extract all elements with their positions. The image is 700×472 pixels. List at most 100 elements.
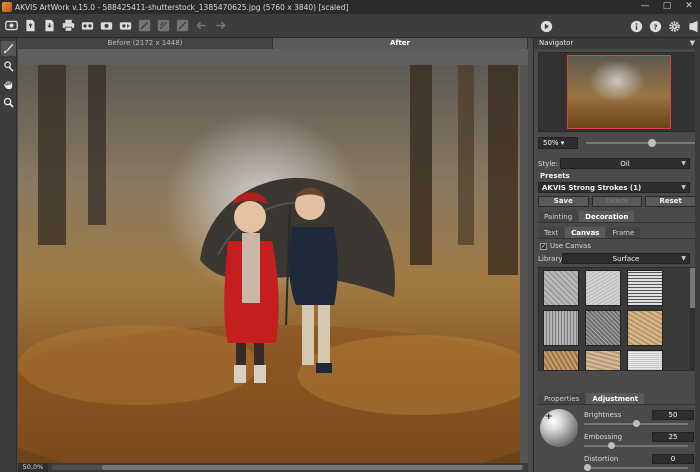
library-row: Library Surface ▼ [538,253,696,264]
news-button[interactable] [685,18,700,34]
close-button[interactable]: ✕ [678,0,700,14]
zoom-select-value: 50% [543,139,559,147]
brightness-slider-knob[interactable] [633,420,640,427]
brightness-value[interactable]: 50 [652,410,694,420]
open-button[interactable] [22,18,38,34]
canvas-horizontal-scrollbar[interactable] [52,465,524,470]
texture-tile[interactable] [585,350,621,370]
batch-button[interactable] [79,18,95,34]
tab-text[interactable]: Text [538,227,565,238]
info-group: ? [628,14,700,38]
collapse-icon[interactable]: ▼ [690,38,695,49]
tab-canvas[interactable]: Canvas [565,227,606,238]
texture-tile[interactable] [543,310,579,346]
distortion-value[interactable]: 0 [652,454,694,464]
tab-decoration[interactable]: Decoration [579,211,635,222]
texture-tile[interactable] [543,350,579,370]
texture-tile[interactable] [627,350,663,370]
save-preset-button[interactable]: Save [538,196,589,207]
info-icon [630,20,642,32]
canvas-vertical-scrollbar[interactable] [520,65,528,463]
texture-tile[interactable] [585,270,621,306]
light-source-marker-icon[interactable]: + [545,412,553,422]
dropdown-arrow-icon: ▼ [681,255,686,262]
tab-after[interactable]: After [273,38,528,49]
canvas-toggle-icon [157,19,169,32]
tab-painting[interactable]: Painting [538,211,579,222]
print-button[interactable] [60,18,76,34]
main-toolbar: ? [0,14,700,38]
home-icon [4,20,18,31]
image-canvas[interactable] [18,49,528,463]
home-button[interactable] [3,18,19,34]
undo-icon [195,21,206,30]
brush-icon [3,43,14,54]
run-button[interactable] [538,18,554,34]
info-button[interactable] [628,18,644,34]
adjustment-section: Properties Adjustment + Brightness 50 Em… [534,393,700,472]
help-button[interactable]: ? [647,18,663,34]
undo-button[interactable] [193,18,209,34]
zoom-slider-knob[interactable] [648,139,656,147]
embossing-value[interactable]: 25 [652,432,694,442]
library-select[interactable]: Surface ▼ [562,253,690,264]
preset-select[interactable]: AKVIS Strong Strokes (1) ▼ [538,182,690,193]
brush-tool[interactable] [1,41,16,56]
navigator-title: Navigator [539,39,574,47]
hand-tool[interactable] [1,77,16,92]
maximize-button[interactable]: □ [656,0,678,14]
preset-buttons: Save Delete Reset [538,196,697,207]
save-button[interactable] [41,18,57,34]
toggle-frame-button[interactable] [174,18,190,34]
library-label: Library [538,254,563,263]
brightness-slider[interactable] [584,420,688,427]
redo-button[interactable] [212,18,228,34]
share-button[interactable] [117,18,133,34]
reset-preset-button[interactable]: Reset [645,196,697,207]
tab-adjustment[interactable]: Adjustment [586,393,645,404]
strokes-icon [138,19,150,32]
dropdown-arrow-icon: ▼ [681,160,686,167]
navigator-viewport[interactable] [567,55,671,129]
zoom-readout: 50,0% [18,463,48,472]
eraser-tool[interactable] [1,59,16,74]
embossing-slider[interactable] [584,442,688,449]
dropdown-arrow-icon: ▾ [560,139,565,147]
texture-tile[interactable] [627,310,663,346]
painted-photo[interactable] [18,65,528,463]
zoom-select[interactable]: 50% ▾ [538,137,578,149]
embossing-slider-knob[interactable] [608,442,615,449]
distortion-slider[interactable] [584,464,688,471]
texture-tile[interactable] [627,270,663,306]
view-tabs: Before (2172 x 1448) After [18,38,528,49]
texture-tile[interactable] [543,270,579,306]
light-direction-sphere[interactable]: + [540,409,578,447]
style-label: Style: [538,159,558,168]
tab-frame[interactable]: Frame [606,227,641,238]
print-icon [62,19,74,32]
horizontal-scroll-thumb[interactable] [102,465,522,470]
tab-properties[interactable]: Properties [538,393,586,404]
zoom-slider[interactable] [586,139,696,147]
style-select[interactable]: Oil ▼ [560,158,690,169]
settings-panel: Navigator ▼ 50% ▾ Style: Oil ▼ Presets AK… [533,38,700,472]
delete-preset-button[interactable]: Delete [591,196,643,207]
zoom-tool[interactable] [1,95,16,110]
batch-icon [81,22,93,30]
preset-value: AKVIS Strong Strokes (1) [542,184,642,192]
navigator-preview[interactable] [538,52,696,132]
tab-before[interactable]: Before (2172 x 1448) [18,38,273,49]
texture-tile[interactable] [585,310,621,346]
distortion-slider-knob[interactable] [584,464,591,471]
navigator-header: Navigator ▼ [534,38,700,49]
library-value: Surface [612,255,640,263]
bottom-tabs: Properties Adjustment [538,393,697,405]
use-canvas-checkbox[interactable]: ✓ Use Canvas [540,242,696,250]
toggle-canvas-button[interactable] [155,18,171,34]
minimize-button[interactable]: — [634,0,656,14]
plugin-button[interactable] [98,18,114,34]
toggle-strokes-button[interactable] [136,18,152,34]
frame-toggle-icon [176,19,188,32]
panel-scrollbar[interactable] [695,49,700,472]
settings-button[interactable] [666,18,682,34]
